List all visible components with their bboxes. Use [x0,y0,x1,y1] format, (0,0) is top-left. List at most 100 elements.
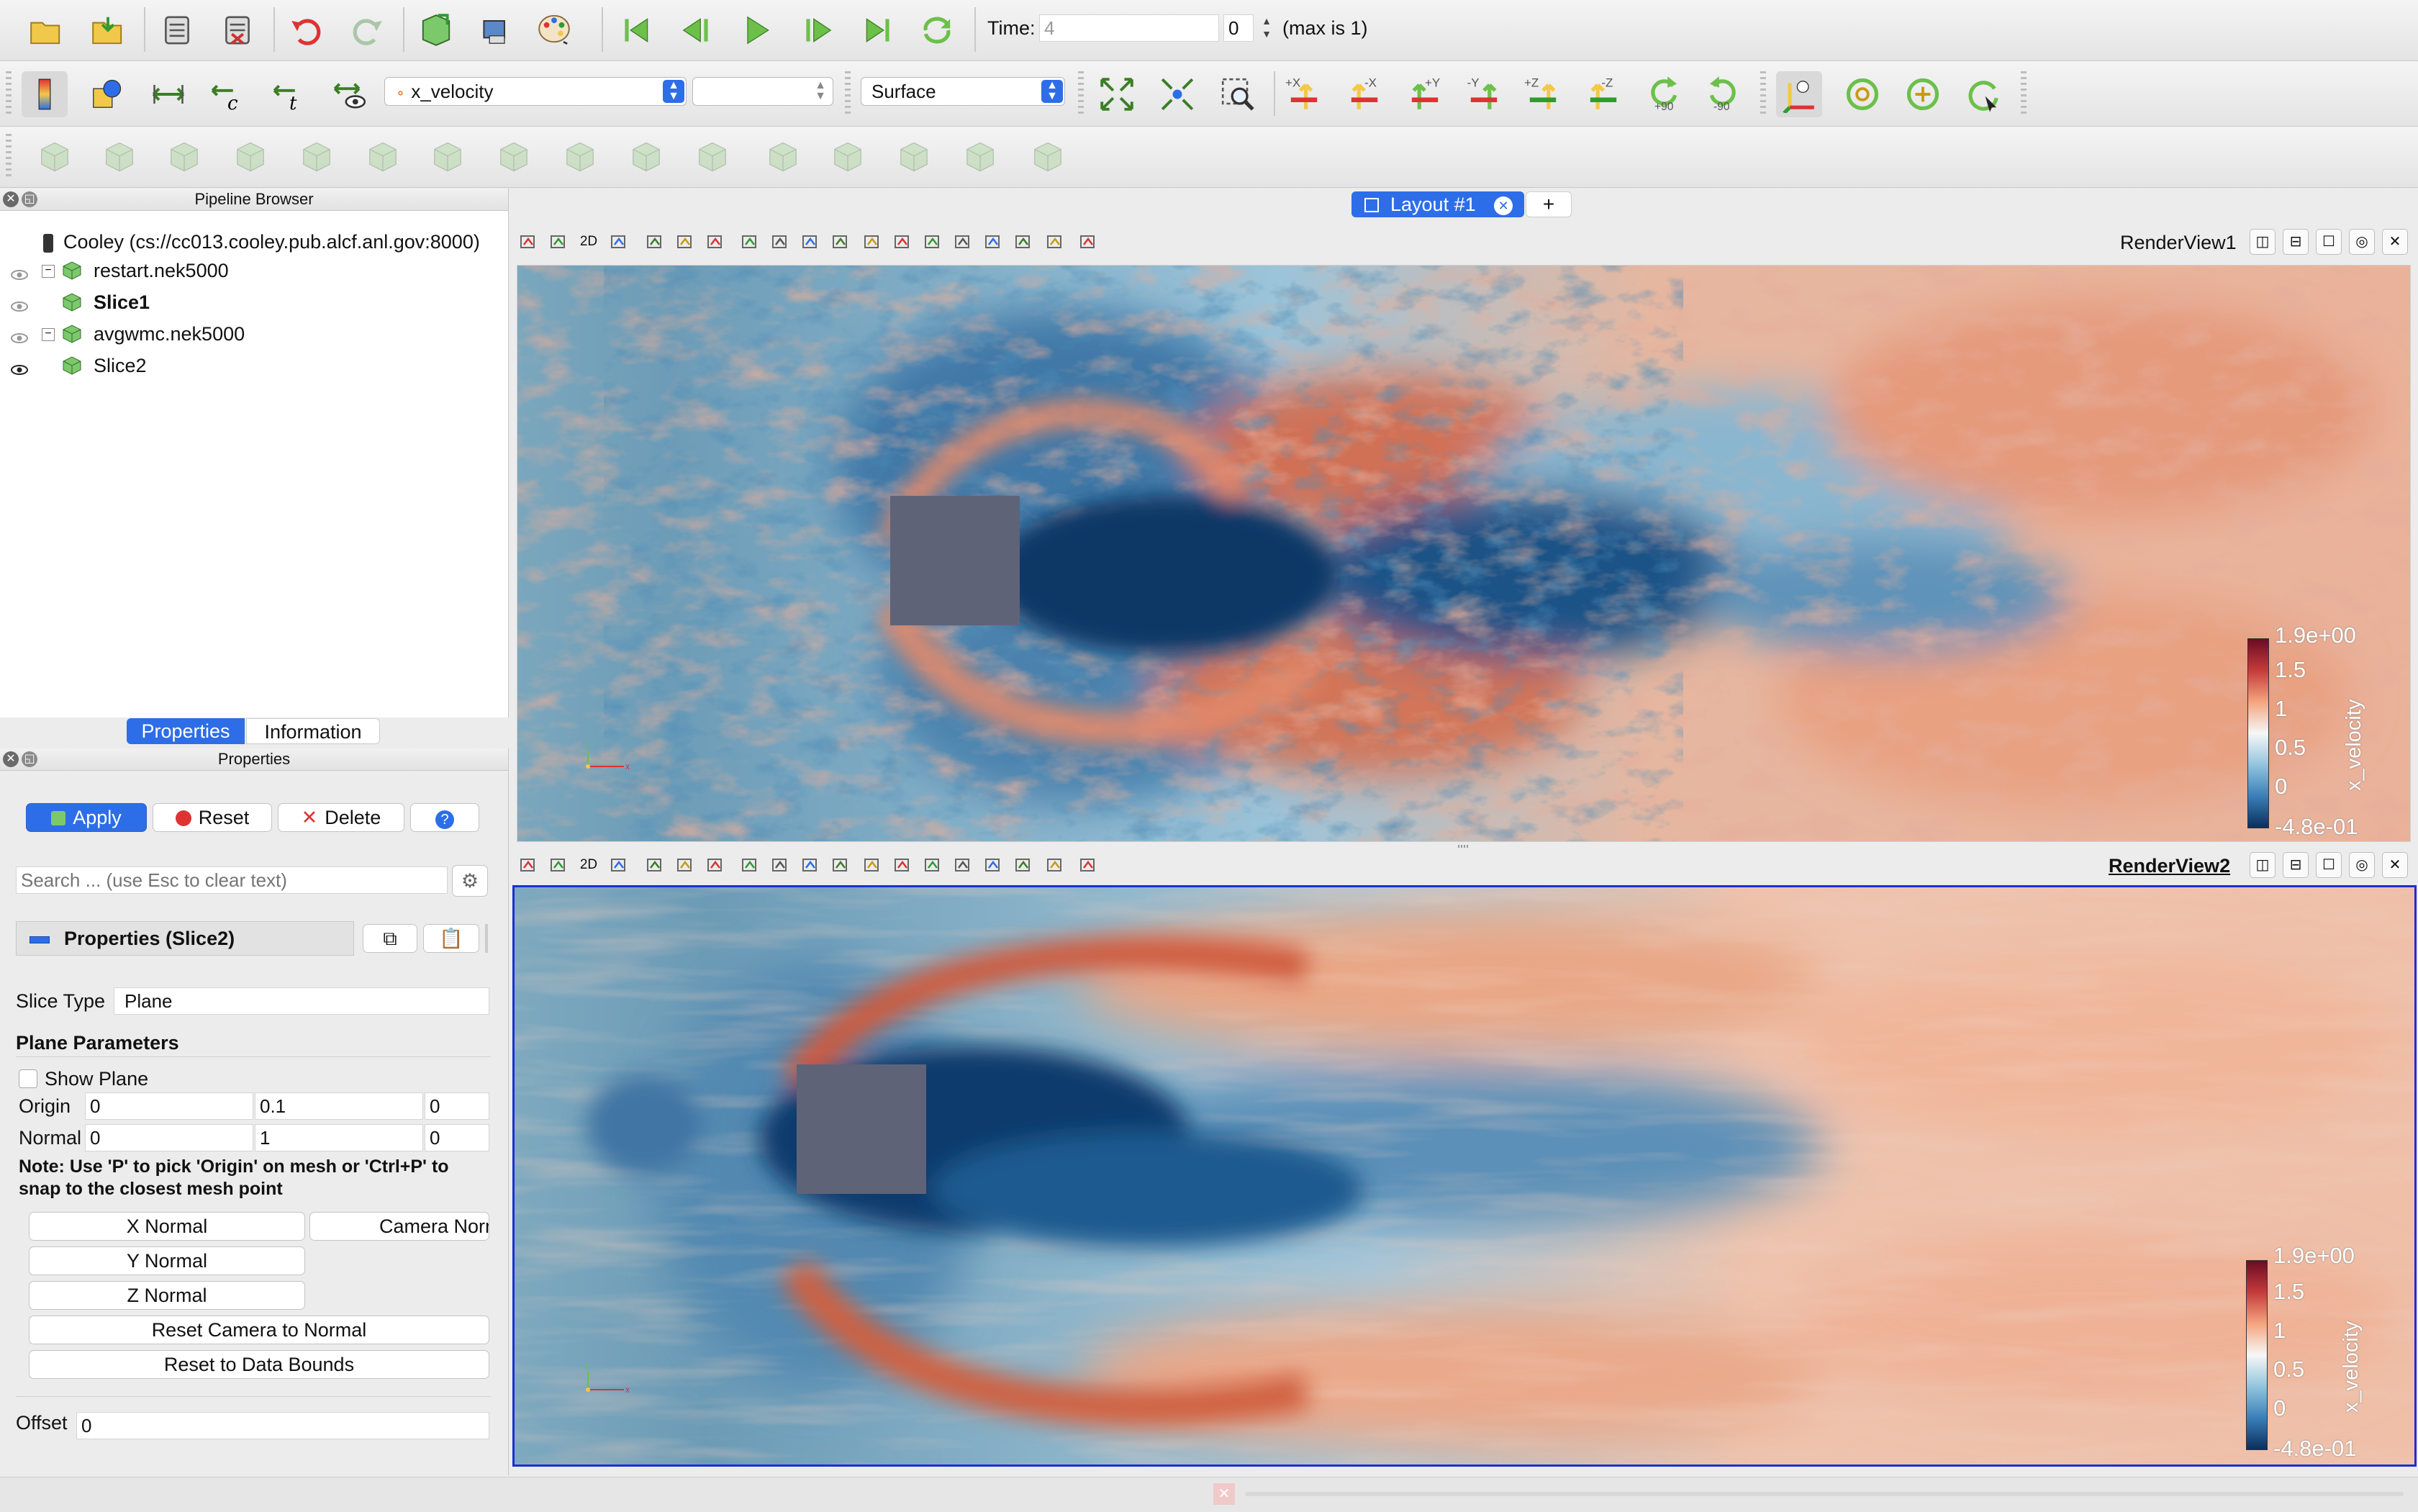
eye-icon[interactable] [10,269,29,281]
rotate-minus-90-icon[interactable]: -90 [1700,68,1746,114]
pipeline-item-avgwmc[interactable]: avgwmc.nek5000 [94,320,245,348]
plot-data-icon[interactable] [957,134,1003,180]
zoom-to-box-icon[interactable] [1215,71,1261,117]
paste-properties-button[interactable]: 📋 [423,924,479,953]
select-polygon-points-icon[interactable] [892,232,913,252]
interactive-select-points-icon[interactable] [983,855,1003,875]
properties-search-input[interactable] [16,866,448,894]
rotate-plus-90-icon[interactable]: +90 [1641,68,1687,114]
next-frame-icon[interactable] [794,7,841,53]
copy-properties-button[interactable]: ⧉ [363,924,417,953]
representation-select[interactable]: Surface ▲ ▼ [861,77,1065,106]
apply-button[interactable]: Apply [26,803,147,832]
disconnect-icon[interactable] [214,7,261,53]
play-icon[interactable] [734,7,780,53]
add-layout-button[interactable]: + [1526,191,1572,217]
rescale-data-range-icon[interactable] [145,71,191,117]
loop-icon[interactable] [914,7,960,53]
select-polygon-cells-icon[interactable] [862,855,882,875]
reset-camera-icon[interactable] [1094,71,1140,117]
2d-toggle[interactable]: 2D [579,232,599,252]
camera-normal-button[interactable]: Camera Normal [309,1212,489,1241]
select-points-icon[interactable] [770,855,790,875]
origin-z-input[interactable]: 0 [425,1092,489,1120]
warp-vector-icon[interactable] [557,134,603,180]
rescale-visible-range-icon[interactable] [327,71,373,117]
eye-icon[interactable] [10,301,29,312]
select-cells-icon[interactable] [740,855,760,875]
close-tab-icon[interactable]: ✕ [1494,196,1513,215]
hover-points-icon[interactable] [1045,855,1065,875]
probe-icon[interactable] [1025,134,1071,180]
component-select[interactable]: ▲ ▼ [692,77,833,106]
edit-colormap-icon[interactable] [83,71,130,117]
last-frame-icon[interactable] [855,7,901,53]
pick-center-icon[interactable] [1960,71,2006,117]
camera-undo-icon[interactable]: ◎ [2349,852,2375,878]
origin-x-input[interactable]: 0 [85,1092,253,1120]
x-normal-button[interactable]: X Normal [29,1212,305,1241]
gear-icon[interactable]: ⚙ [452,865,488,897]
view-minus-x-icon[interactable]: -X [1341,71,1387,117]
select-blocks-icon[interactable] [923,855,943,875]
select-blocks-icon[interactable] [923,232,943,252]
reset-camera-icon[interactable] [645,855,665,875]
split-horizontal-icon[interactable]: ◫ [2250,852,2276,878]
eye-icon[interactable] [10,364,29,376]
camera-link-icon[interactable] [609,855,629,875]
properties-tab[interactable]: Properties [127,718,245,744]
select-points-icon[interactable] [770,232,790,252]
view-plus-x-icon[interactable]: +X [1281,71,1327,117]
connect-icon[interactable] [154,7,200,53]
show-plane-checkbox[interactable] [19,1069,37,1088]
slice-type-select[interactable]: Plane [114,987,489,1015]
slice-icon[interactable] [227,134,273,180]
view-plus-z-icon[interactable]: +Z [1520,71,1566,117]
calculator-icon[interactable] [32,134,78,180]
split-horizontal-icon[interactable]: ◫ [2250,229,2276,255]
camera-link-icon[interactable] [609,232,629,252]
interactive-select-cells-icon[interactable] [953,855,973,875]
screenshot-options-icon[interactable] [548,855,569,875]
pipeline-item-server[interactable]: Cooley (cs://cc013.cooley.pub.alcf.anl.g… [43,227,480,256]
load-state-icon[interactable] [85,7,131,53]
interactive-select-points-icon[interactable] [983,232,1003,252]
camera-undo-icon[interactable]: ◎ [2349,229,2375,255]
plot-over-line-icon[interactable] [825,134,871,180]
close-view-icon[interactable]: ✕ [2382,229,2408,255]
clear-selection-icon[interactable] [1078,855,1098,875]
zoom-data-icon[interactable] [675,855,695,875]
renderview2-canvas[interactable]: z x 1.9e+00 1.5 1 0.5 0 -4.8e-01 x_veloc… [512,885,2417,1467]
extract-subset-icon[interactable] [360,134,406,180]
2d-toggle[interactable]: 2D [579,855,599,875]
first-frame-icon[interactable] [613,7,659,53]
z-normal-button[interactable]: Z Normal [29,1281,305,1310]
glyph-icon[interactable] [425,134,471,180]
group-datasets-icon[interactable] [623,134,669,180]
reset-camera-icon[interactable] [645,232,665,252]
stream-tracer-icon[interactable] [491,134,537,180]
renderview1-canvas[interactable]: z x 1.9e+00 1.5 1 0.5 0 -4.8e-01 x_veloc… [517,265,2411,842]
rescale-temporal-range-icon[interactable]: t [266,71,312,117]
clip-icon[interactable] [161,134,207,180]
interactive-select-cells-icon[interactable] [953,232,973,252]
collapse-toggle-icon[interactable]: − [42,265,55,278]
reset-button[interactable]: Reset [153,803,272,832]
view-minus-y-icon[interactable]: -Y [1461,71,1507,117]
pipeline-item-slice2[interactable]: Slice2 [94,351,147,380]
capture-screenshot-icon[interactable] [518,232,538,252]
reset-camera-to-normal-button[interactable]: Reset Camera to Normal [29,1316,489,1344]
eye-icon[interactable] [10,332,29,344]
rescale-custom-range-icon[interactable]: c [204,71,250,117]
float-panel-icon[interactable]: ◱ [22,191,37,207]
color-palette-icon[interactable] [531,6,577,52]
section-header[interactable]: Properties (Slice2) [16,921,354,956]
normal-z-input[interactable]: 0 [425,1124,489,1151]
information-tab[interactable]: Information [246,718,380,744]
show-orientation-axes-icon[interactable] [1776,71,1822,117]
split-vertical-icon[interactable]: ⊟ [2283,229,2309,255]
pipeline-item-restart[interactable]: restart.nek5000 [94,256,229,285]
zoom-box-icon[interactable] [705,855,725,875]
select-polygon-points-icon[interactable] [892,855,913,875]
select-frustum-cells-icon[interactable] [800,855,820,875]
